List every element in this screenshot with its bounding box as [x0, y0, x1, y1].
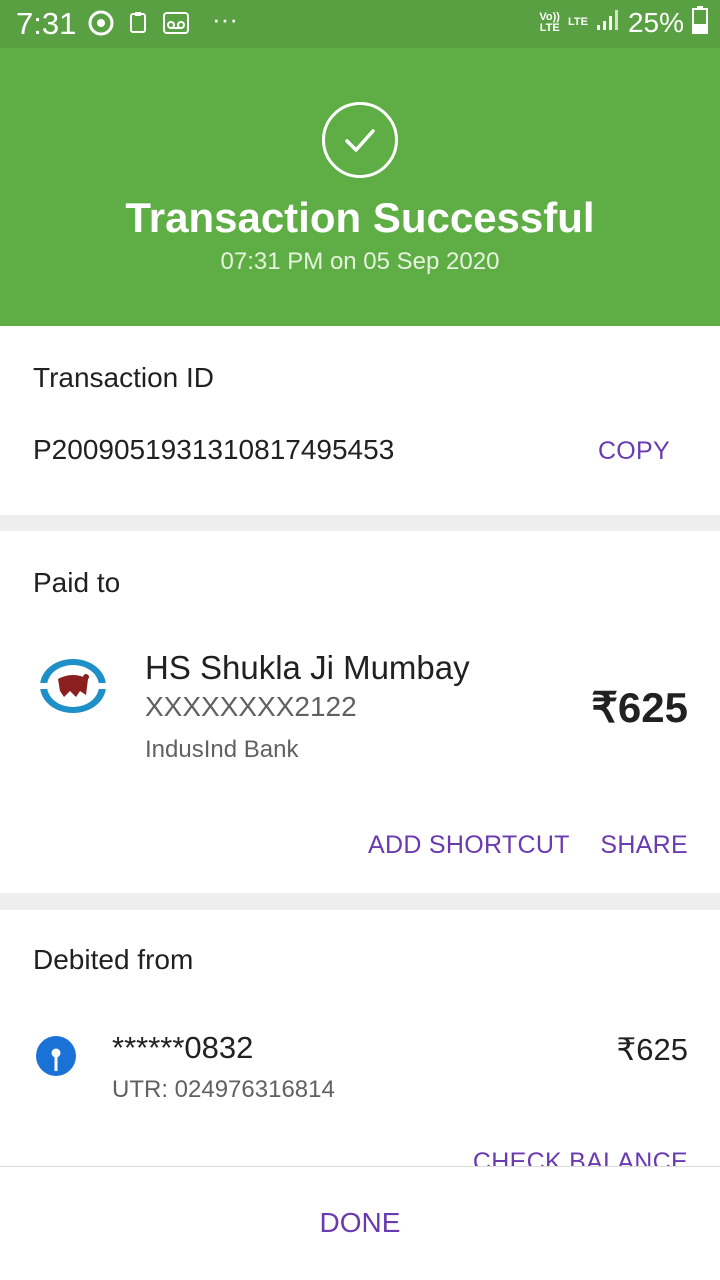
payee-bank-name: IndusInd Bank: [145, 736, 299, 763]
volte-indicator: Vo)) LTE: [539, 10, 560, 34]
status-indicators: Vo)) LTE LTE 25%: [539, 6, 708, 39]
copy-button[interactable]: COPY: [598, 437, 670, 466]
check-circle-icon: [322, 102, 398, 178]
indusind-bank-logo-icon: [38, 657, 108, 715]
transaction-id-label: Transaction ID: [33, 362, 215, 393]
status-bar: 7:31 ··· Vo)) LTE LTE 25%: [0, 0, 720, 48]
check-balance-button[interactable]: CHECK BALANCE: [473, 1148, 688, 1166]
page-title: Transaction Successful: [125, 194, 595, 241]
share-button[interactable]: SHARE: [600, 831, 688, 860]
paid-amount: ₹625: [591, 684, 688, 731]
transaction-datetime: 07:31 PM on 05 Sep 2020: [220, 248, 500, 275]
clipboard-icon: [128, 10, 150, 41]
signal-icon: [596, 9, 620, 36]
payee-account-number: XXXXXXXX2122: [145, 691, 357, 722]
sbi-bank-logo-icon: [36, 1036, 76, 1076]
paid-to-card: Paid to HS Shukla Ji Mumbay XXXXXXXX2122…: [0, 531, 720, 893]
utr-number: UTR: 024976316814: [112, 1076, 335, 1103]
status-time: 7:31: [16, 6, 77, 41]
more-notifications-icon: ···: [212, 4, 238, 34]
success-header: Transaction Successful 07:31 PM on 05 Se…: [0, 48, 720, 326]
bottom-action-bar: DONE: [0, 1166, 720, 1280]
add-shortcut-button[interactable]: ADD SHORTCUT: [368, 831, 570, 860]
debit-account-number: ******0832: [112, 1030, 254, 1065]
transaction-id-value: P2009051931310817495453: [33, 434, 395, 465]
debited-amount: ₹625: [616, 1032, 688, 1067]
done-button[interactable]: DONE: [0, 1207, 720, 1239]
battery-icon: [692, 6, 708, 39]
payee-name: HS Shukla Ji Mumbay: [145, 649, 470, 686]
paid-to-label: Paid to: [33, 567, 121, 598]
lte-indicator: LTE: [567, 16, 588, 28]
voicemail-icon: [162, 10, 190, 41]
chrome-icon: [88, 10, 114, 41]
debited-from-label: Debited from: [33, 944, 194, 975]
debited-from-card: Debited from ******0832 UTR: 02497631681…: [0, 910, 720, 1166]
battery-percent: 25%: [627, 6, 684, 38]
transaction-id-card: Transaction ID P2009051931310817495453 C…: [0, 326, 720, 515]
